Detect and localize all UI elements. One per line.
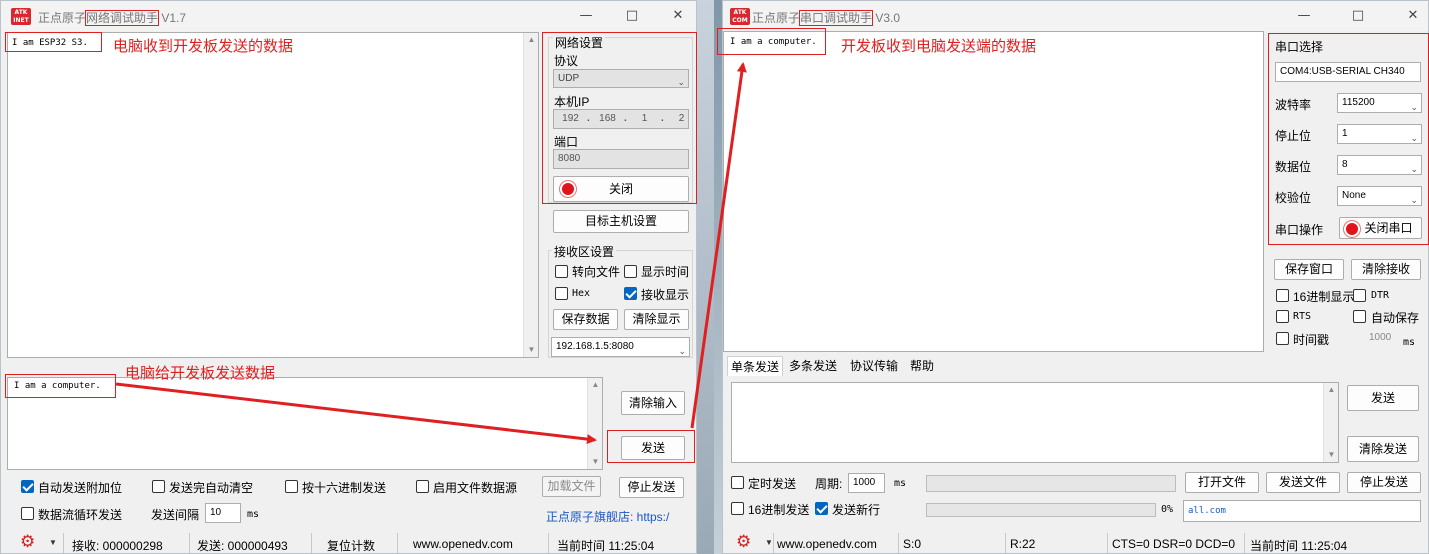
annotation-arrows xyxy=(115,62,747,445)
arrow-to-serial-receive xyxy=(690,62,747,429)
arrow-to-send-button xyxy=(115,382,597,445)
